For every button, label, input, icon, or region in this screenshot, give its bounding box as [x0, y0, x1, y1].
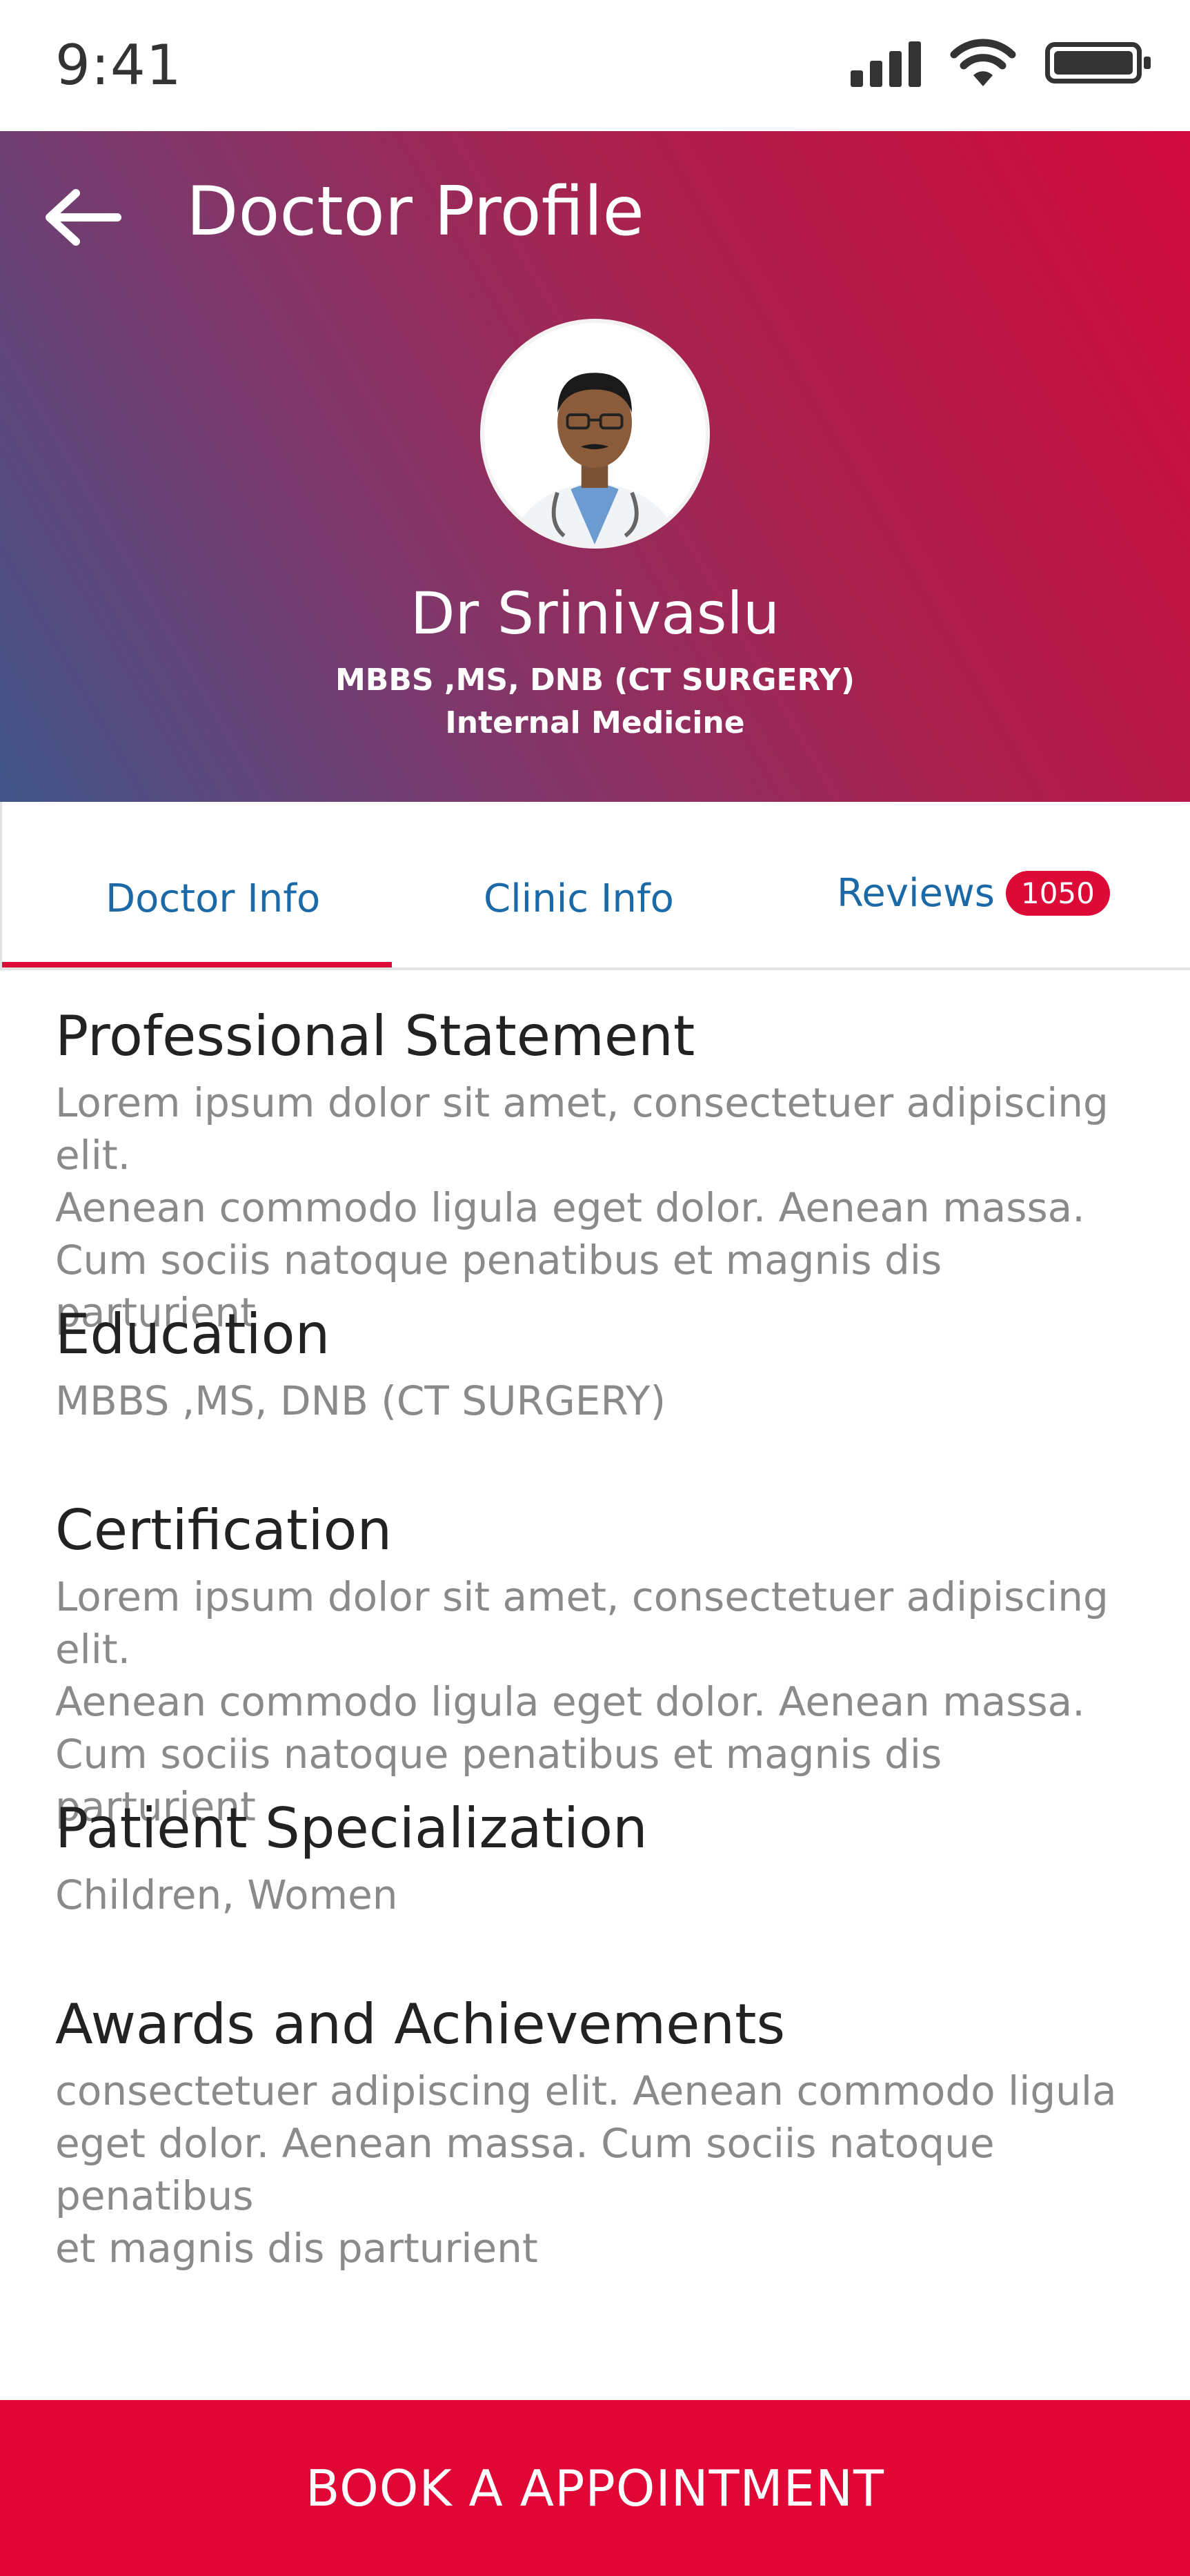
section-text: MBBS ,MS, DNB (CT SURGERY) — [55, 1375, 1152, 1427]
section-professional-statement: Professional Statement Lorem ipsum dolor… — [55, 1004, 1152, 1339]
tab-reviews[interactable]: Reviews 1050 — [837, 871, 1110, 916]
back-button[interactable] — [38, 173, 128, 262]
status-icons — [851, 38, 1151, 88]
section-awards: Awards and Achievements consectetuer adi… — [55, 1992, 1152, 2274]
signal-icon — [851, 39, 921, 87]
text-line: eget dolor. Aenean massa. Cum sociis nat… — [55, 2120, 995, 2219]
active-tab-indicator — [2, 962, 392, 967]
status-bar: 9:41 — [0, 0, 1190, 131]
section-title: Education — [55, 1302, 330, 1366]
reviews-count-badge: 1050 — [1005, 871, 1110, 916]
wifi-icon — [950, 39, 1016, 86]
section-text: Lorem ipsum dolor sit amet, consectetuer… — [55, 1571, 1152, 1833]
section-title: Professional Statement — [55, 1004, 695, 1068]
text-line: MBBS ,MS, DNB (CT SURGERY) — [55, 1377, 666, 1424]
tab-doctor-info[interactable]: Doctor Info — [106, 876, 320, 921]
doctor-department: Internal Medicine — [445, 705, 745, 740]
profile-header: Doctor Profile Dr Srinivaslu MBBS ,MS, D… — [0, 131, 1190, 802]
section-education: Education MBBS ,MS, DNB (CT SURGERY) — [55, 1302, 1152, 1427]
book-appointment-button[interactable]: BOOK A APPOINTMENT — [0, 2400, 1190, 2576]
text-line: Aenean commodo ligula eget dolor. Aenean… — [55, 1184, 1085, 1231]
doctor-degree: MBBS ,MS, DNB (CT SURGERY) — [335, 662, 855, 698]
page-title: Doctor Profile — [186, 173, 644, 251]
tab-clinic-info[interactable]: Clinic Info — [484, 876, 674, 921]
section-text: Children, Women — [55, 1869, 1152, 1921]
text-line: Lorem ipsum dolor sit amet, consectetuer… — [55, 1079, 1109, 1179]
status-time: 9:41 — [55, 33, 182, 97]
text-line: Lorem ipsum dolor sit amet, consectetuer… — [55, 1573, 1109, 1673]
section-title: Patient Specialization — [55, 1796, 648, 1860]
section-title: Awards and Achievements — [55, 1992, 786, 2056]
profile-tabs: Doctor Info Clinic Info Reviews 1050 — [0, 802, 1190, 970]
doctor-avatar — [480, 319, 710, 549]
tab-reviews-label: Reviews — [837, 871, 995, 916]
back-arrow-icon — [46, 189, 121, 246]
section-certification: Certification Lorem ipsum dolor sit amet… — [55, 1498, 1152, 1833]
section-text: Lorem ipsum dolor sit amet, consectetuer… — [55, 1076, 1152, 1339]
section-title: Certification — [55, 1498, 393, 1562]
text-line: Aenean commodo ligula eget dolor. Aenean… — [55, 1678, 1085, 1725]
battery-icon — [1045, 42, 1151, 83]
text-line: Children, Women — [55, 1871, 398, 1918]
section-patient-specialization: Patient Specialization Children, Women — [55, 1796, 1152, 1921]
doctor-name: Dr Srinivaslu — [410, 580, 780, 647]
section-text: consectetuer adipiscing elit. Aenean com… — [55, 2065, 1152, 2274]
text-line: et magnis dis parturient — [55, 2225, 538, 2272]
text-line: consectetuer adipiscing elit. Aenean com… — [55, 2067, 1117, 2114]
